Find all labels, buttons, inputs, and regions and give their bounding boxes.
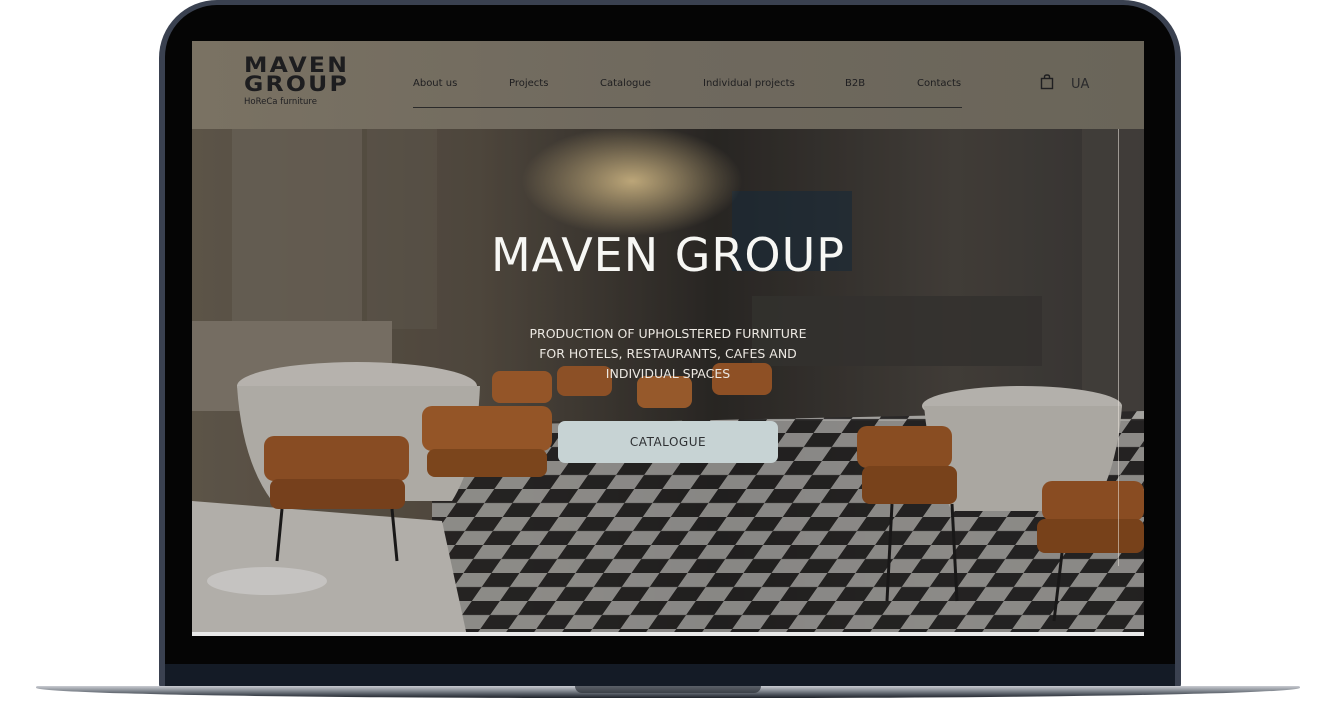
catalogue-button[interactable]: CATALOGUE [558,421,778,463]
hero-subtitle: PRODUCTION OF UPHOLSTERED FURNITURE FOR … [468,324,868,384]
logo-line-group: GROUP [244,72,349,96]
site-logo[interactable]: MAVEN GROUP HoReCa furniture [244,55,384,108]
logo-tagline: HoReCa furniture [244,97,317,107]
nav-item-b2b[interactable]: B2B [845,78,865,89]
nav-item-about-us[interactable]: About us [413,78,457,89]
language-switch[interactable]: UA [1071,77,1089,92]
laptop-mockup-stage: MAVEN GROUP HoReCa furniture About us Pr… [0,0,1336,712]
hero-subtitle-line: PRODUCTION OF UPHOLSTERED FURNITURE [529,326,807,341]
hero-title: MAVEN GROUP [490,228,845,282]
nav-item-contacts[interactable]: Contacts [917,78,961,89]
shopping-bag-icon[interactable] [1040,74,1054,90]
vertical-scroll-track[interactable] [1118,129,1119,566]
site-header: MAVEN GROUP HoReCa furniture About us Pr… [192,41,1144,129]
hero-subtitle-line: FOR HOTELS, RESTAURANTS, CAFES AND [539,346,797,361]
laptop-screen: MAVEN GROUP HoReCa furniture About us Pr… [192,41,1144,636]
hero-subtitle-line: INDIVIDUAL SPACES [605,366,731,381]
screen-bottom-edge [192,632,1144,636]
nav-item-catalogue[interactable]: Catalogue [600,78,651,89]
nav-item-projects[interactable]: Projects [509,78,548,89]
nav-item-individual-projects[interactable]: Individual projects [703,78,795,89]
laptop-hinge-notch [575,686,761,693]
main-nav: About us Projects Catalogue Individual p… [413,71,962,108]
laptop-chin [165,664,1175,686]
